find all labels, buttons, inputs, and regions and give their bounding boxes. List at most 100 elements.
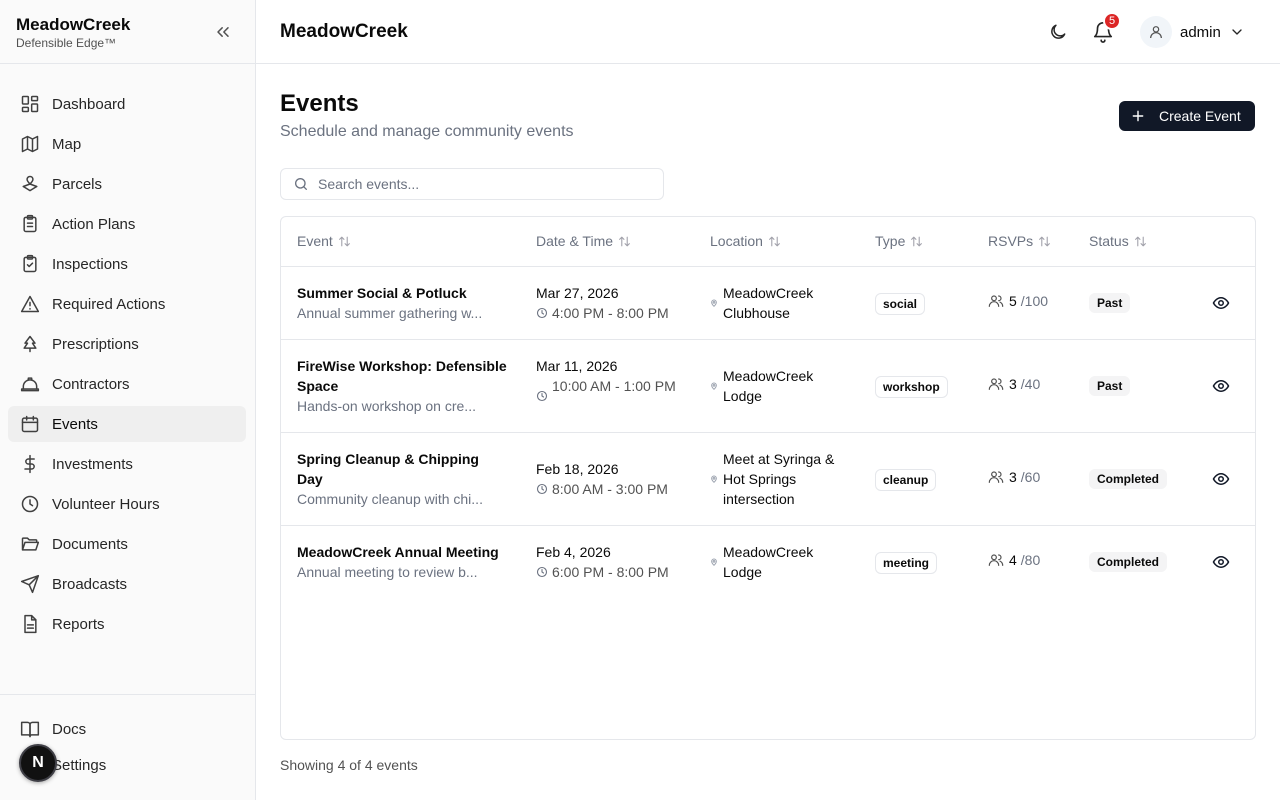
map-pin-icon <box>710 299 718 307</box>
sidebar-item-contractors[interactable]: Contractors <box>8 366 246 402</box>
sidebar-item-label: Dashboard <box>52 95 126 113</box>
rsvp-cell: 3 /60 <box>988 469 1040 485</box>
file-text-icon <box>20 614 40 634</box>
sidebar-item-label: Required Actions <box>52 295 166 313</box>
moon-icon[interactable] <box>1048 22 1068 42</box>
table-row[interactable]: MeadowCreek Annual Meeting Annual meetin… <box>281 526 1255 599</box>
table-row[interactable]: FireWise Workshop: Defensible Space Hand… <box>281 340 1255 433</box>
status-cell: Completed <box>1089 552 1168 572</box>
create-event-button[interactable]: Create Event <box>1119 101 1255 131</box>
sidebar-item-dashboard[interactable]: Dashboard <box>8 86 246 122</box>
column-header-type[interactable]: Type <box>875 233 923 249</box>
status-cell: Past <box>1089 376 1131 396</box>
event-title: Spring Cleanup & Chipping Day <box>297 451 479 487</box>
sidebar-item-reports[interactable]: Reports <box>8 606 246 642</box>
sidebar-item-required-actions[interactable]: Required Actions <box>8 286 246 322</box>
sidebar-item-broadcasts[interactable]: Broadcasts <box>8 566 246 602</box>
event-time: 8:00 AM - 3:00 PM <box>552 481 668 497</box>
sort-icon <box>1038 235 1051 248</box>
clock-icon <box>536 566 548 578</box>
page-title: Events <box>280 90 359 117</box>
search-icon <box>293 176 309 192</box>
sidebar-item-parcels[interactable]: Parcels <box>8 166 246 202</box>
type-badge: workshop <box>875 376 948 398</box>
type-badge: cleanup <box>875 469 937 491</box>
eye-icon[interactable] <box>1212 377 1230 395</box>
rsvp-capacity: /100 <box>1020 293 1049 309</box>
sidebar-item-documents[interactable]: Documents <box>8 526 246 562</box>
eye-icon[interactable] <box>1212 470 1230 488</box>
search-input[interactable] <box>318 176 638 192</box>
map-pin-icon <box>710 558 718 566</box>
event-date: Mar 27, 2026 <box>536 285 619 301</box>
event-time: 10:00 AM - 1:00 PM <box>552 378 676 394</box>
floating-n-badge[interactable]: N <box>19 744 57 782</box>
rsvp-count: 5 <box>1009 293 1017 309</box>
sidebar-item-label: Contractors <box>52 375 130 393</box>
clock-icon <box>536 483 548 495</box>
plus-icon <box>1131 109 1145 123</box>
location-cell: MeadowCreek Lodge <box>710 542 845 582</box>
event-cell: MeadowCreek Annual Meeting Annual meetin… <box>297 542 517 582</box>
datetime-cell: Mar 11, 2026 10:00 AM - 1:00 PM <box>536 356 676 402</box>
clipboard-check-icon <box>20 254 40 274</box>
event-title: FireWise Workshop: Defensible Space <box>297 358 507 394</box>
status-badge: Past <box>1089 293 1131 313</box>
user-menu[interactable]: admin <box>1140 16 1245 48</box>
column-header-status[interactable]: Status <box>1089 233 1147 249</box>
table-row[interactable]: Summer Social & Potluck Annual summer ga… <box>281 267 1255 340</box>
event-time: 4:00 PM - 8:00 PM <box>552 305 669 321</box>
event-date: Feb 18, 2026 <box>536 461 619 477</box>
parcels-icon <box>20 174 40 194</box>
column-header-event[interactable]: Event <box>297 233 351 249</box>
column-label: Location <box>710 233 763 249</box>
sidebar-nav: Dashboard Map Parcels Action Plans Inspe… <box>0 64 255 642</box>
column-header-rsvps[interactable]: RSVPs <box>988 233 1051 249</box>
column-header-location[interactable]: Location <box>710 233 781 249</box>
column-header-date[interactable]: Date & Time <box>536 233 631 249</box>
sidebar-item-label: Action Plans <box>52 215 136 233</box>
sidebar-item-investments[interactable]: Investments <box>8 446 246 482</box>
rsvp-capacity: /60 <box>1020 469 1041 485</box>
sidebar-item-inspections[interactable]: Inspections <box>8 246 246 282</box>
sidebar-item-docs[interactable]: Docs <box>8 711 246 747</box>
sidebar-item-action-plans[interactable]: Action Plans <box>8 206 246 242</box>
search-box <box>280 168 664 200</box>
eye-icon[interactable] <box>1212 294 1230 312</box>
sidebar: MeadowCreek Defensible Edge™ Dashboard M… <box>0 0 256 800</box>
rsvp-cell: 3 /40 <box>988 376 1040 392</box>
brand-name: MeadowCreek <box>16 15 131 34</box>
sidebar-item-prescriptions[interactable]: Prescriptions <box>8 326 246 362</box>
type-cell: cleanup <box>875 469 937 491</box>
clock-icon <box>536 307 548 319</box>
calendar-icon <box>20 414 40 434</box>
sidebar-item-label: Parcels <box>52 175 103 193</box>
header-title: MeadowCreek <box>280 21 408 42</box>
sidebar-item-label: Settings <box>52 756 107 774</box>
eye-icon[interactable] <box>1212 553 1230 571</box>
send-icon <box>20 574 40 594</box>
brand: MeadowCreek Defensible Edge™ <box>0 0 255 64</box>
collapse-sidebar-icon[interactable] <box>213 22 233 42</box>
events-table: Event Date & Time Location Type RSVPs St… <box>280 216 1256 740</box>
sidebar-item-events[interactable]: Events <box>8 406 246 442</box>
clock-icon <box>20 494 40 514</box>
event-cell: Spring Cleanup & Chipping Day Community … <box>297 449 507 509</box>
status-cell: Completed <box>1089 469 1168 489</box>
rsvp-cell: 5 /100 <box>988 293 1048 309</box>
event-location: MeadowCreek Lodge <box>723 544 814 580</box>
sort-icon <box>1134 235 1147 248</box>
table-row[interactable]: Spring Cleanup & Chipping Day Community … <box>281 433 1255 526</box>
sidebar-item-label: Volunteer Hours <box>52 495 160 513</box>
book-icon <box>20 719 40 739</box>
hard-hat-icon <box>20 374 40 394</box>
sidebar-item-volunteer-hours[interactable]: Volunteer Hours <box>8 486 246 522</box>
users-icon <box>988 552 1004 568</box>
event-location: MeadowCreek Clubhouse <box>723 285 814 321</box>
event-description: Annual summer gathering w... <box>297 305 483 321</box>
sidebar-item-map[interactable]: Map <box>8 126 246 162</box>
table-header: Event Date & Time Location Type RSVPs St… <box>281 217 1255 267</box>
rsvp-count: 3 <box>1009 376 1017 392</box>
brand-tagline: Defensible Edge™ <box>16 36 117 50</box>
clock-icon <box>536 390 548 402</box>
